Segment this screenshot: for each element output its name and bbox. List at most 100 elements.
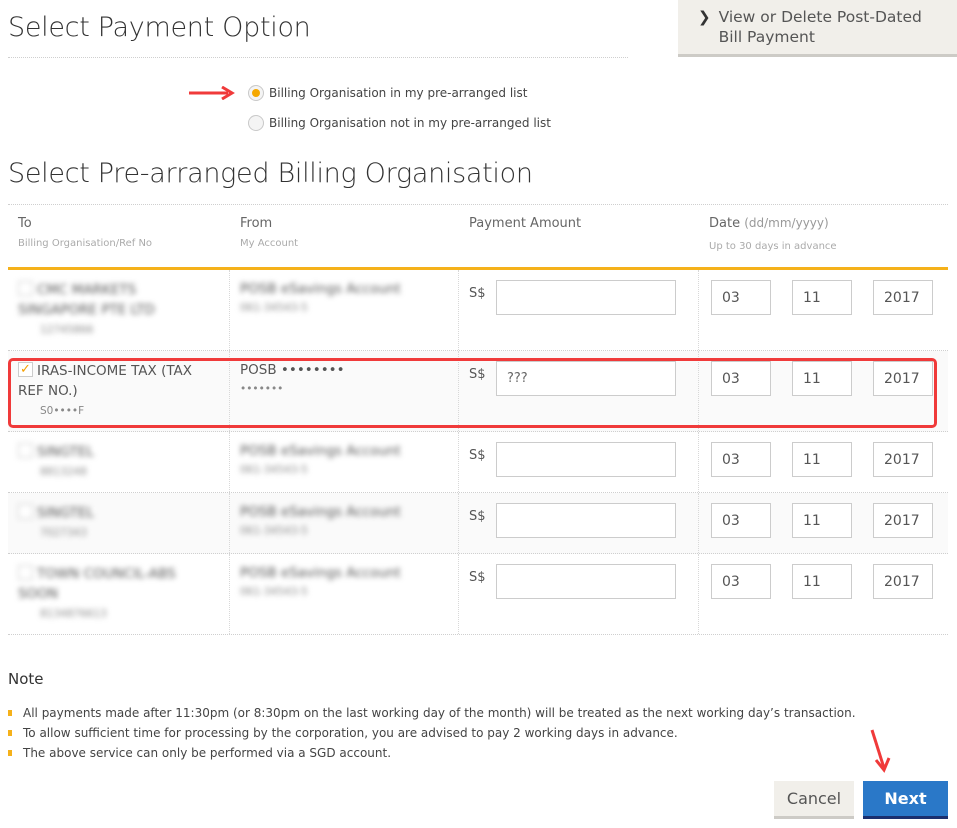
date-day-input[interactable] bbox=[711, 361, 771, 396]
reference-number: 8813248 bbox=[40, 466, 87, 478]
radio-label: Billing Organisation in my pre-arranged … bbox=[269, 86, 528, 100]
date-year-input[interactable] bbox=[873, 280, 933, 315]
account-name: POSB eSavings Account bbox=[240, 504, 401, 520]
header-to: To Billing Organisation/Ref No bbox=[18, 216, 153, 249]
currency-label: S$ bbox=[469, 509, 486, 524]
cell-amount: S$ bbox=[459, 432, 699, 492]
radio-label: Billing Organisation not in my pre-arran… bbox=[269, 116, 551, 130]
date-month-input[interactable] bbox=[792, 564, 852, 599]
date-month-input[interactable] bbox=[792, 280, 852, 315]
select-checkbox[interactable] bbox=[18, 443, 33, 458]
header-date: Date (dd/mm/yyyy) Up to 30 days in advan… bbox=[709, 216, 837, 252]
payment-amount-input[interactable] bbox=[496, 361, 676, 396]
cell-organisation: CMC MARKETS SINGAPORE PTE LTD 12745866 bbox=[8, 270, 230, 350]
cell-account: POSB •••••••• ••••••• bbox=[230, 351, 459, 431]
table-row: SINGTEL 8813248 POSB eSavings Account 061-3… bbox=[8, 432, 948, 493]
view-delete-post-dated-label: View or Delete Post-Dated Bill Payment bbox=[718, 8, 922, 46]
radio-button[interactable] bbox=[248, 115, 264, 131]
account-name: POSB eSavings Account bbox=[240, 565, 401, 581]
note-item: To allow sufficient time for processing … bbox=[8, 723, 856, 743]
organisation-name: CMC MARKETS SINGAPORE PTE LTD bbox=[18, 282, 155, 318]
cell-organisation: SINGTEL 8813248 bbox=[8, 432, 230, 492]
date-day-input[interactable] bbox=[711, 442, 771, 477]
section-title: Select Pre-arranged Billing Organisation bbox=[8, 158, 533, 189]
organisation-name: SINGTEL bbox=[37, 505, 94, 521]
currency-label: S$ bbox=[469, 570, 486, 585]
next-button[interactable]: Next bbox=[863, 781, 948, 819]
date-year-input[interactable] bbox=[873, 564, 933, 599]
reference-number: 8134876613 bbox=[40, 608, 107, 620]
cell-date bbox=[699, 432, 948, 492]
header-from: From My Account bbox=[240, 216, 299, 249]
radio-option-pre-arranged[interactable]: Billing Organisation in my pre-arranged … bbox=[248, 78, 551, 108]
cell-account: POSB eSavings Account 061-34543-5 bbox=[230, 554, 459, 634]
account-number: 061-34543-5 bbox=[240, 302, 308, 314]
cell-account: POSB eSavings Account 061-34543-5 bbox=[230, 432, 459, 492]
date-year-input[interactable] bbox=[873, 361, 933, 396]
radio-option-not-pre-arranged[interactable]: Billing Organisation not in my pre-arran… bbox=[248, 108, 551, 138]
table-header: To Billing Organisation/Ref No From My A… bbox=[8, 204, 948, 270]
cancel-button[interactable]: Cancel bbox=[774, 781, 854, 819]
page-title: Select Payment Option bbox=[8, 12, 311, 43]
cell-date bbox=[699, 270, 948, 350]
account-name: POSB •••••••• bbox=[240, 362, 345, 378]
cell-amount: S$ bbox=[459, 493, 699, 553]
organisation-name: SINGTEL bbox=[37, 444, 94, 460]
payment-amount-input[interactable] bbox=[496, 280, 676, 315]
cell-organisation: IRAS-INCOME TAX (TAX REF NO.) S0••••F bbox=[8, 351, 230, 431]
view-delete-post-dated-link[interactable]: ❯ View or Delete Post-Dated Bill Payment bbox=[678, 0, 957, 57]
note-item: The above service can only be performed … bbox=[8, 743, 856, 763]
note-item: All payments made after 11:30pm (or 8:30… bbox=[8, 703, 856, 723]
select-checkbox[interactable] bbox=[18, 504, 33, 519]
reference-number: 12745866 bbox=[40, 324, 94, 336]
annotation-arrow-icon bbox=[870, 729, 891, 773]
date-day-input[interactable] bbox=[711, 503, 771, 538]
cell-date bbox=[699, 554, 948, 634]
date-year-input[interactable] bbox=[873, 442, 933, 477]
cell-organisation: TOWN COUNCIL-ABS SOON 8134876613 bbox=[8, 554, 230, 634]
payment-amount-input[interactable] bbox=[496, 503, 676, 538]
payment-amount-input[interactable] bbox=[496, 442, 676, 477]
chevron-right-icon: ❯ bbox=[698, 8, 711, 26]
organisation-name: IRAS-INCOME TAX (TAX REF NO.) bbox=[18, 363, 193, 399]
select-checkbox[interactable] bbox=[18, 281, 33, 296]
cell-account: POSB eSavings Account 061-34543-5 bbox=[230, 270, 459, 350]
account-name: POSB eSavings Account bbox=[240, 281, 401, 297]
date-month-input[interactable] bbox=[792, 361, 852, 396]
cell-organisation: SINGTEL 7027343 bbox=[8, 493, 230, 553]
date-month-input[interactable] bbox=[792, 503, 852, 538]
date-day-input[interactable] bbox=[711, 564, 771, 599]
divider bbox=[8, 57, 628, 58]
cell-amount: S$ bbox=[459, 270, 699, 350]
billing-table: To Billing Organisation/Ref No From My A… bbox=[8, 204, 948, 635]
date-year-input[interactable] bbox=[873, 503, 933, 538]
organisation-name: TOWN COUNCIL-ABS SOON bbox=[18, 566, 176, 602]
currency-label: S$ bbox=[469, 367, 486, 382]
reference-number: S0••••F bbox=[40, 405, 85, 417]
cell-date bbox=[699, 493, 948, 553]
account-number: 061-34543-5 bbox=[240, 586, 308, 598]
cell-date bbox=[699, 351, 948, 431]
cell-amount: S$ bbox=[459, 554, 699, 634]
account-number: 061-34543-5 bbox=[240, 525, 308, 537]
select-checkbox[interactable] bbox=[18, 360, 33, 380]
currency-label: S$ bbox=[469, 448, 486, 463]
cell-amount: S$ bbox=[459, 351, 699, 431]
radio-button[interactable] bbox=[248, 85, 264, 101]
table-row: SINGTEL 7027343 POSB eSavings Account 061-3… bbox=[8, 493, 948, 554]
date-month-input[interactable] bbox=[792, 442, 852, 477]
select-checkbox[interactable] bbox=[18, 565, 33, 580]
table-row: IRAS-INCOME TAX (TAX REF NO.) S0••••F POSB… bbox=[8, 351, 948, 432]
annotation-arrow-icon bbox=[189, 86, 235, 100]
payment-amount-input[interactable] bbox=[496, 564, 676, 599]
table-row: TOWN COUNCIL-ABS SOON 8134876613 POSB eSav… bbox=[8, 554, 948, 635]
note-title: Note bbox=[8, 670, 44, 688]
payment-option-group: Billing Organisation in my pre-arranged … bbox=[188, 78, 551, 138]
date-day-input[interactable] bbox=[711, 280, 771, 315]
table-row: CMC MARKETS SINGAPORE PTE LTD 12745866 POS… bbox=[8, 270, 948, 351]
account-name: POSB eSavings Account bbox=[240, 443, 401, 459]
account-number: 061-34543-5 bbox=[240, 464, 308, 476]
reference-number: 7027343 bbox=[40, 527, 87, 539]
note-list: All payments made after 11:30pm (or 8:30… bbox=[8, 703, 856, 763]
table-body: CMC MARKETS SINGAPORE PTE LTD 12745866 POS… bbox=[8, 270, 948, 635]
